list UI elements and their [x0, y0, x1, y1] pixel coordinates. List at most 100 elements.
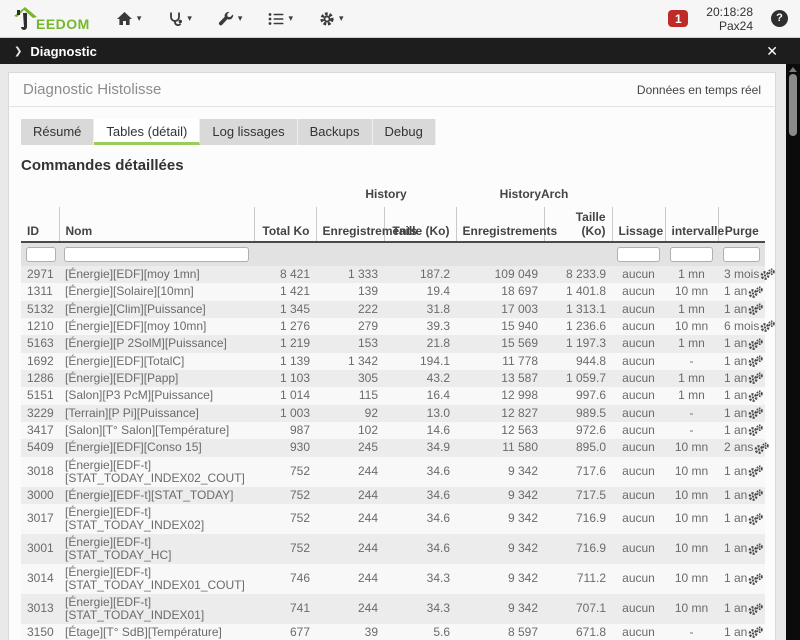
nom-filter-input[interactable] — [64, 247, 249, 262]
cell-history-enregistrements: 92 — [316, 405, 384, 422]
cell-intervalle: 10 mn — [665, 439, 718, 456]
cell-history-enregistrements: 102 — [316, 422, 384, 439]
purge-settings-icon[interactable] — [748, 424, 763, 437]
purge-settings-icon[interactable] — [748, 390, 763, 403]
tab-backups[interactable]: Backups — [298, 119, 373, 145]
purge-settings-icon[interactable] — [748, 303, 763, 316]
cell-id: 3014 — [21, 564, 59, 594]
col-header-history-taille[interactable]: Taille (Ko) — [384, 207, 456, 242]
cell-nom: [Énergie][Solaire][10mn] — [59, 283, 254, 300]
cell-lissage: aucun — [612, 504, 665, 534]
stethoscope-icon — [167, 11, 183, 27]
cell-total-ko: 752 — [254, 504, 316, 534]
table-row: 1311 [Énergie][Solaire][10mn] 1 421 139 … — [21, 283, 765, 300]
cell-id: 3229 — [21, 405, 59, 422]
tab-tables-detail[interactable]: Tables (détail) — [94, 119, 200, 145]
menu-home[interactable]: ▾ — [116, 11, 142, 26]
menu-summary[interactable]: ▾ — [268, 12, 293, 26]
purge-settings-icon[interactable] — [748, 513, 763, 526]
cell-history-enregistrements: 222 — [316, 301, 384, 318]
purge-settings-icon[interactable] — [748, 573, 763, 586]
purge-settings-icon[interactable] — [748, 407, 763, 420]
purge-settings-icon[interactable] — [748, 626, 763, 639]
cell-intervalle: 10 mn — [665, 457, 718, 487]
purge-settings-icon[interactable] — [748, 338, 763, 351]
cell-lissage: aucun — [612, 335, 665, 352]
cell-intervalle: 1 mn — [665, 266, 718, 283]
cell-historyarch-enregistrements: 109 049 — [456, 266, 544, 283]
id-filter-input[interactable] — [26, 247, 56, 262]
cell-nom: [Salon][P3 PcM][Puissance] — [59, 387, 254, 404]
cell-historyarch-enregistrements: 11 778 — [456, 353, 544, 370]
section-title: Commandes détaillées — [21, 157, 763, 174]
jeedom-house-icon — [12, 6, 38, 32]
cell-total-ko: 1 103 — [254, 370, 316, 387]
purge-settings-icon[interactable] — [760, 268, 775, 281]
purge-settings-icon[interactable] — [748, 286, 763, 299]
purge-settings-icon[interactable] — [748, 603, 763, 616]
purge-settings-icon[interactable] — [760, 320, 775, 333]
cell-id: 1692 — [21, 353, 59, 370]
lissage-filter-input[interactable] — [617, 247, 660, 262]
cell-purge: 1 an — [718, 335, 765, 352]
tab-resume[interactable]: Résumé — [21, 119, 94, 145]
scrollbar-thumb[interactable] — [789, 74, 797, 136]
col-header-purge[interactable]: Purge — [718, 207, 765, 242]
table-row: 3000 [Énergie][EDF-t][STAT_TODAY] 752 24… — [21, 487, 765, 504]
cell-id: 3000 — [21, 487, 59, 504]
jeedom-logo[interactable]: EEDOM — [12, 6, 90, 32]
cell-purge: 1 an — [718, 624, 765, 640]
cell-lissage: aucun — [612, 301, 665, 318]
purge-filter-input[interactable] — [723, 247, 760, 262]
scrollbar-track[interactable] — [786, 64, 800, 640]
purge-settings-icon[interactable] — [748, 372, 763, 385]
cell-total-ko: 752 — [254, 534, 316, 564]
cell-id: 1311 — [21, 283, 59, 300]
table-row: 1692 [Énergie][EDF][TotalC] 1 139 1 342 … — [21, 353, 765, 370]
cell-historyarch-enregistrements: 17 003 — [456, 301, 544, 318]
col-header-lissage[interactable]: Lissage — [612, 207, 665, 242]
cell-historyarch-taille: 989.5 — [544, 405, 612, 422]
cell-historyarch-enregistrements: 9 342 — [456, 534, 544, 564]
scroll-up-arrow-icon[interactable] — [789, 67, 797, 72]
notifications-badge[interactable]: 1 — [668, 10, 688, 27]
col-header-historyarch-enregistrements[interactable]: Enregistrements — [456, 207, 544, 242]
cell-purge: 1 an — [718, 564, 765, 594]
table-body: 2971 [Énergie][EDF][moy 1mn] 8 421 1 333… — [21, 266, 765, 640]
col-header-history-enregistrements[interactable]: Enregistrements — [316, 207, 384, 242]
table-row: 3229 [Terrain][P Pi][Puissance] 1 003 92… — [21, 405, 765, 422]
purge-settings-icon[interactable] — [754, 442, 769, 455]
menu-health[interactable]: ▾ — [167, 11, 192, 27]
cell-historyarch-enregistrements: 9 342 — [456, 457, 544, 487]
col-header-intervalle[interactable]: intervalle — [665, 207, 718, 242]
cell-history-enregistrements: 115 — [316, 387, 384, 404]
cell-id: 2971 — [21, 266, 59, 283]
cell-nom: [Énergie][EDF][moy 10mn] — [59, 318, 254, 335]
menu-settings[interactable]: ▾ — [319, 11, 344, 27]
table-row: 1286 [Énergie][EDF][Papp] 1 103 305 43.2… — [21, 370, 765, 387]
purge-settings-icon[interactable] — [748, 543, 763, 556]
top-navbar: EEDOM ▾ ▾ ▾ — [0, 0, 800, 38]
group-header-historyarch: HistoryArch — [456, 184, 612, 207]
menu-tools[interactable]: ▾ — [218, 11, 243, 27]
tab-log-lissages[interactable]: Log lissages — [200, 119, 297, 145]
help-icon[interactable]: ? — [771, 10, 788, 27]
cell-total-ko: 1 421 — [254, 283, 316, 300]
col-header-total-ko[interactable]: Total Ko — [254, 207, 316, 242]
purge-settings-icon[interactable] — [748, 465, 763, 478]
col-header-nom[interactable]: Nom — [59, 207, 254, 242]
cell-id: 5132 — [21, 301, 59, 318]
cell-history-enregistrements: 245 — [316, 439, 384, 456]
intervalle-filter-input[interactable] — [670, 247, 713, 262]
purge-settings-icon[interactable] — [748, 355, 763, 368]
cell-lissage: aucun — [612, 457, 665, 487]
cell-historyarch-taille: 711.2 — [544, 564, 612, 594]
chevron-down-icon: ▾ — [288, 13, 293, 24]
cell-history-taille: 19.4 — [384, 283, 456, 300]
purge-settings-icon[interactable] — [748, 489, 763, 502]
tab-debug[interactable]: Debug — [373, 119, 436, 145]
cell-total-ko: 1 276 — [254, 318, 316, 335]
close-icon[interactable]: ✕ — [766, 43, 778, 60]
cell-history-enregistrements: 1 333 — [316, 266, 384, 283]
col-header-id[interactable]: ID — [21, 207, 59, 242]
